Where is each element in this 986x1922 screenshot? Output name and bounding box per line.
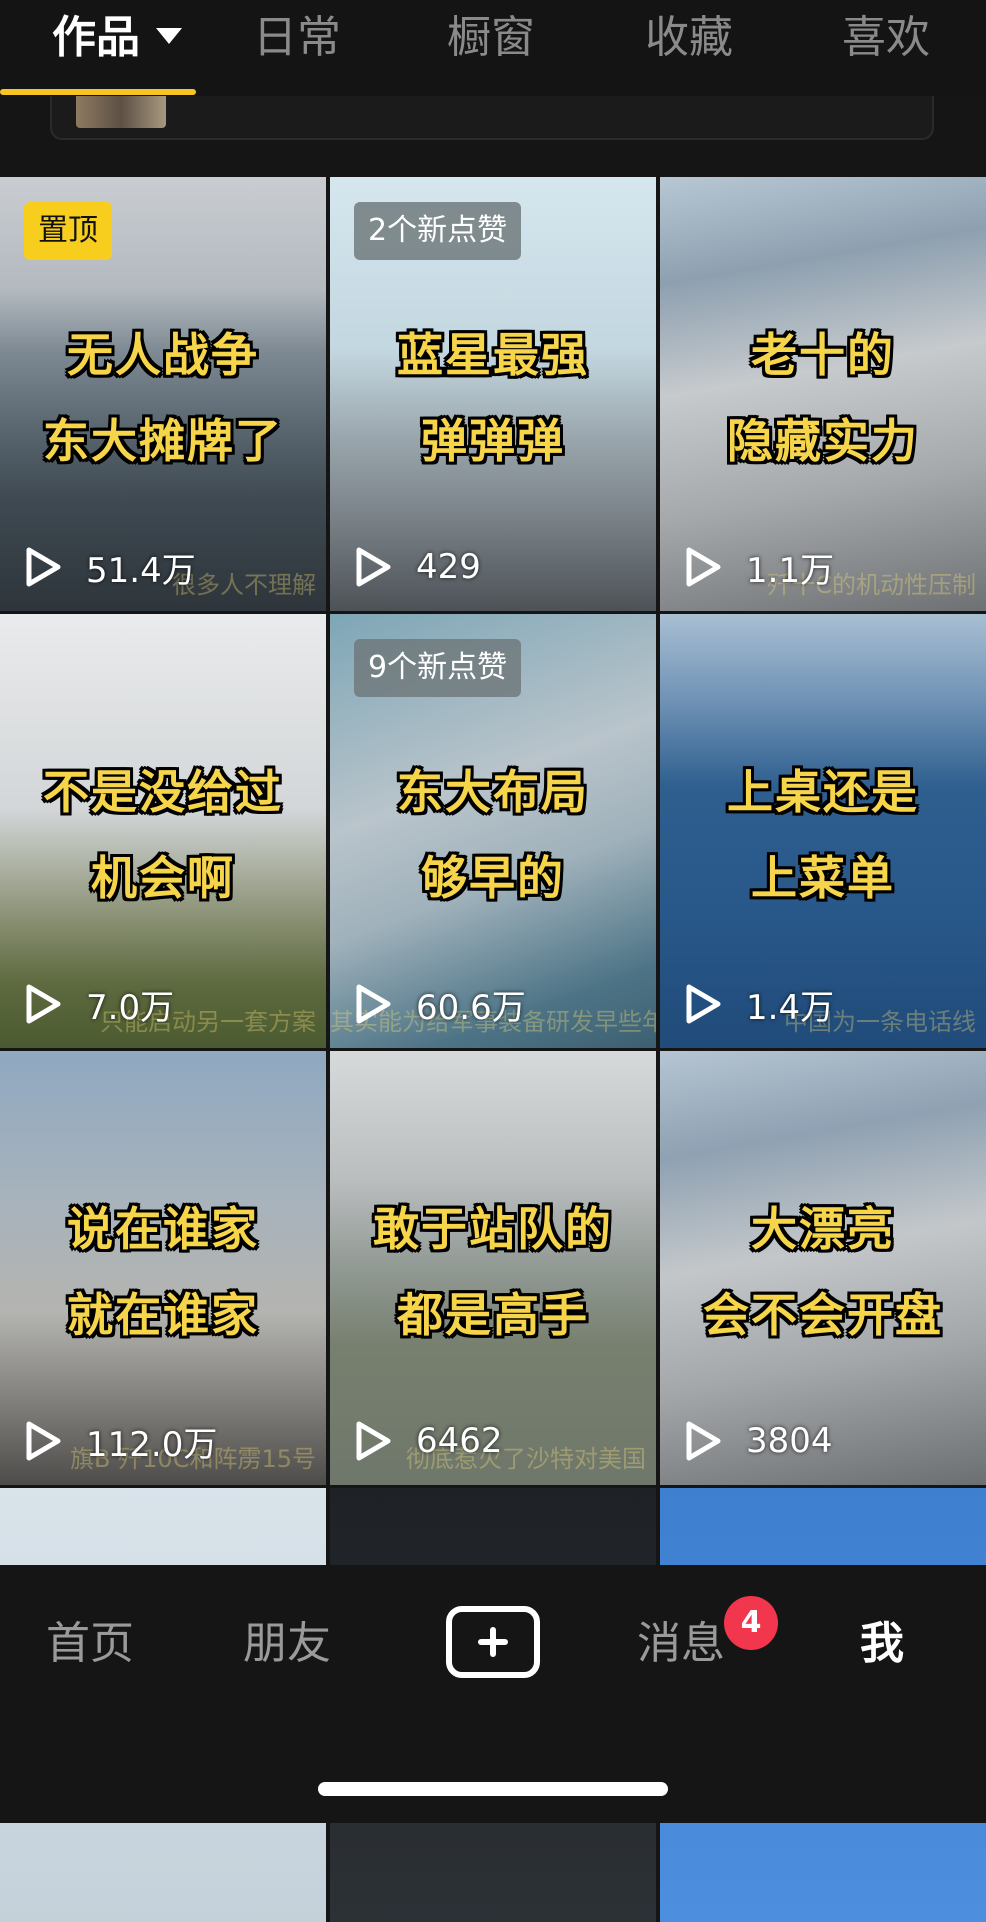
- caption-line: 说在谁家: [67, 1202, 259, 1256]
- play-count: 6462: [416, 1421, 503, 1461]
- play-count: 7.0万: [86, 987, 175, 1028]
- messages-unread-badge: 4: [724, 1596, 778, 1650]
- play-icon: [26, 1421, 61, 1461]
- play-icon: [356, 1421, 391, 1461]
- play-count-row: 3804: [684, 1417, 833, 1465]
- video-caption: 蓝星最强 弹弹弹: [330, 312, 656, 484]
- video-caption: 敢于站队的 都是高手: [330, 1186, 656, 1358]
- play-count-row: 51.4万: [24, 543, 196, 591]
- tab-likes[interactable]: 喜欢: [842, 10, 930, 66]
- play-count-row: 429: [354, 543, 481, 591]
- plus-square-icon[interactable]: [446, 1606, 540, 1678]
- video-tile[interactable]: 9个新点赞 东大布局 够早的 其实能为给军事装备研发早些年 60.6万: [330, 614, 656, 1048]
- play-count-row: 6462: [354, 1417, 503, 1465]
- tab-works-label: 作品: [52, 12, 140, 63]
- nav-messages[interactable]: 消息: [637, 1607, 725, 1671]
- tab-showcase[interactable]: 橱窗: [447, 10, 535, 66]
- caption-line: 都是高手: [397, 1288, 589, 1342]
- play-icon: [686, 1421, 721, 1461]
- caption-line: 隐藏实力: [727, 414, 919, 468]
- play-count: 3804: [746, 1421, 833, 1461]
- caption-line: 东大布局: [397, 765, 589, 819]
- tab-daily[interactable]: 日常: [253, 10, 341, 66]
- nav-home[interactable]: 首页: [46, 1607, 134, 1671]
- caption-line: 够早的: [421, 851, 565, 905]
- play-count: 429: [416, 547, 481, 587]
- video-caption: 大漂亮 会不会开盘: [660, 1186, 986, 1358]
- caption-line: 蓝星最强: [397, 328, 589, 382]
- tab-works[interactable]: 作品: [52, 10, 182, 66]
- play-icon: [26, 547, 61, 587]
- play-count: 112.0万: [86, 1424, 218, 1465]
- caption-line: 上菜单: [751, 851, 895, 905]
- profile-tab-bar: 作品 日常 橱窗 收藏 喜欢: [0, 0, 986, 96]
- play-icon: [686, 984, 721, 1024]
- video-caption: 东大布局 够早的: [330, 749, 656, 921]
- play-count: 1.4万: [746, 987, 835, 1028]
- home-indicator[interactable]: [318, 1782, 668, 1796]
- caption-line: 机会啊: [91, 851, 235, 905]
- caption-line: 无人战争: [67, 328, 259, 382]
- video-tile[interactable]: 置顶 无人战争 东大摊牌了 很多人不理解 51.4万: [0, 177, 326, 611]
- play-count-row: 1.1万: [684, 543, 834, 591]
- video-tile[interactable]: 说在谁家 就在谁家 旗B 歼10C和阵雳15号 112.0万: [0, 1051, 326, 1485]
- play-count-row: 60.6万: [354, 980, 526, 1028]
- caption-line: 会不会开盘: [703, 1288, 943, 1342]
- video-caption: 说在谁家 就在谁家: [0, 1186, 326, 1358]
- new-likes-badge: 9个新点赞: [354, 639, 522, 697]
- pinned-badge: 置顶: [24, 202, 112, 260]
- caption-line: 就在谁家: [67, 1288, 259, 1342]
- play-icon: [686, 547, 721, 587]
- play-icon: [356, 984, 391, 1024]
- caption-line: 大漂亮: [751, 1202, 895, 1256]
- caption-line: 老十的: [751, 328, 895, 382]
- video-tile[interactable]: 上桌还是 上菜单 中国为一条电话线 1.4万: [660, 614, 986, 1048]
- play-count-row: 7.0万: [24, 980, 174, 1028]
- play-count: 60.6万: [416, 987, 526, 1028]
- plus-vertical-stroke: [490, 1627, 496, 1657]
- play-count-row: 112.0万: [24, 1417, 217, 1465]
- caption-line: 不是没给过: [43, 765, 283, 819]
- caption-line: 东大摊牌了: [43, 414, 283, 468]
- video-caption: 老十的 隐藏实力: [660, 312, 986, 484]
- tab-favorites[interactable]: 收藏: [645, 10, 733, 66]
- video-tile[interactable]: 大漂亮 会不会开盘 3804: [660, 1051, 986, 1485]
- play-icon: [26, 984, 61, 1024]
- video-caption: 上桌还是 上菜单: [660, 749, 986, 921]
- active-tab-indicator: [0, 89, 196, 95]
- video-tile[interactable]: 不是没给过 机会啊 只能启动另一套方案 7.0万: [0, 614, 326, 1048]
- video-tile[interactable]: 老十的 隐藏实力 歼十C的机动性压制 1.1万: [660, 177, 986, 611]
- play-count: 51.4万: [86, 550, 196, 591]
- new-likes-badge: 2个新点赞: [354, 202, 522, 260]
- nav-me[interactable]: 我: [860, 1607, 904, 1671]
- video-tile[interactable]: 敢于站队的 都是高手 彻底惹火了沙特对美国 6462: [330, 1051, 656, 1485]
- video-caption: 不是没给过 机会啊: [0, 749, 326, 921]
- video-tile[interactable]: 2个新点赞 蓝星最强 弹弹弹 429: [330, 177, 656, 611]
- caption-line: 弹弹弹: [421, 414, 565, 468]
- play-count: 1.1万: [746, 550, 835, 591]
- caption-line: 敢于站队的: [373, 1202, 613, 1256]
- chevron-down-icon[interactable]: [156, 28, 182, 44]
- caption-line: 上桌还是: [727, 765, 919, 819]
- nav-friends[interactable]: 朋友: [243, 1607, 331, 1671]
- play-icon: [356, 547, 391, 587]
- video-caption: 无人战争 东大摊牌了: [0, 312, 326, 484]
- play-count-row: 1.4万: [684, 980, 834, 1028]
